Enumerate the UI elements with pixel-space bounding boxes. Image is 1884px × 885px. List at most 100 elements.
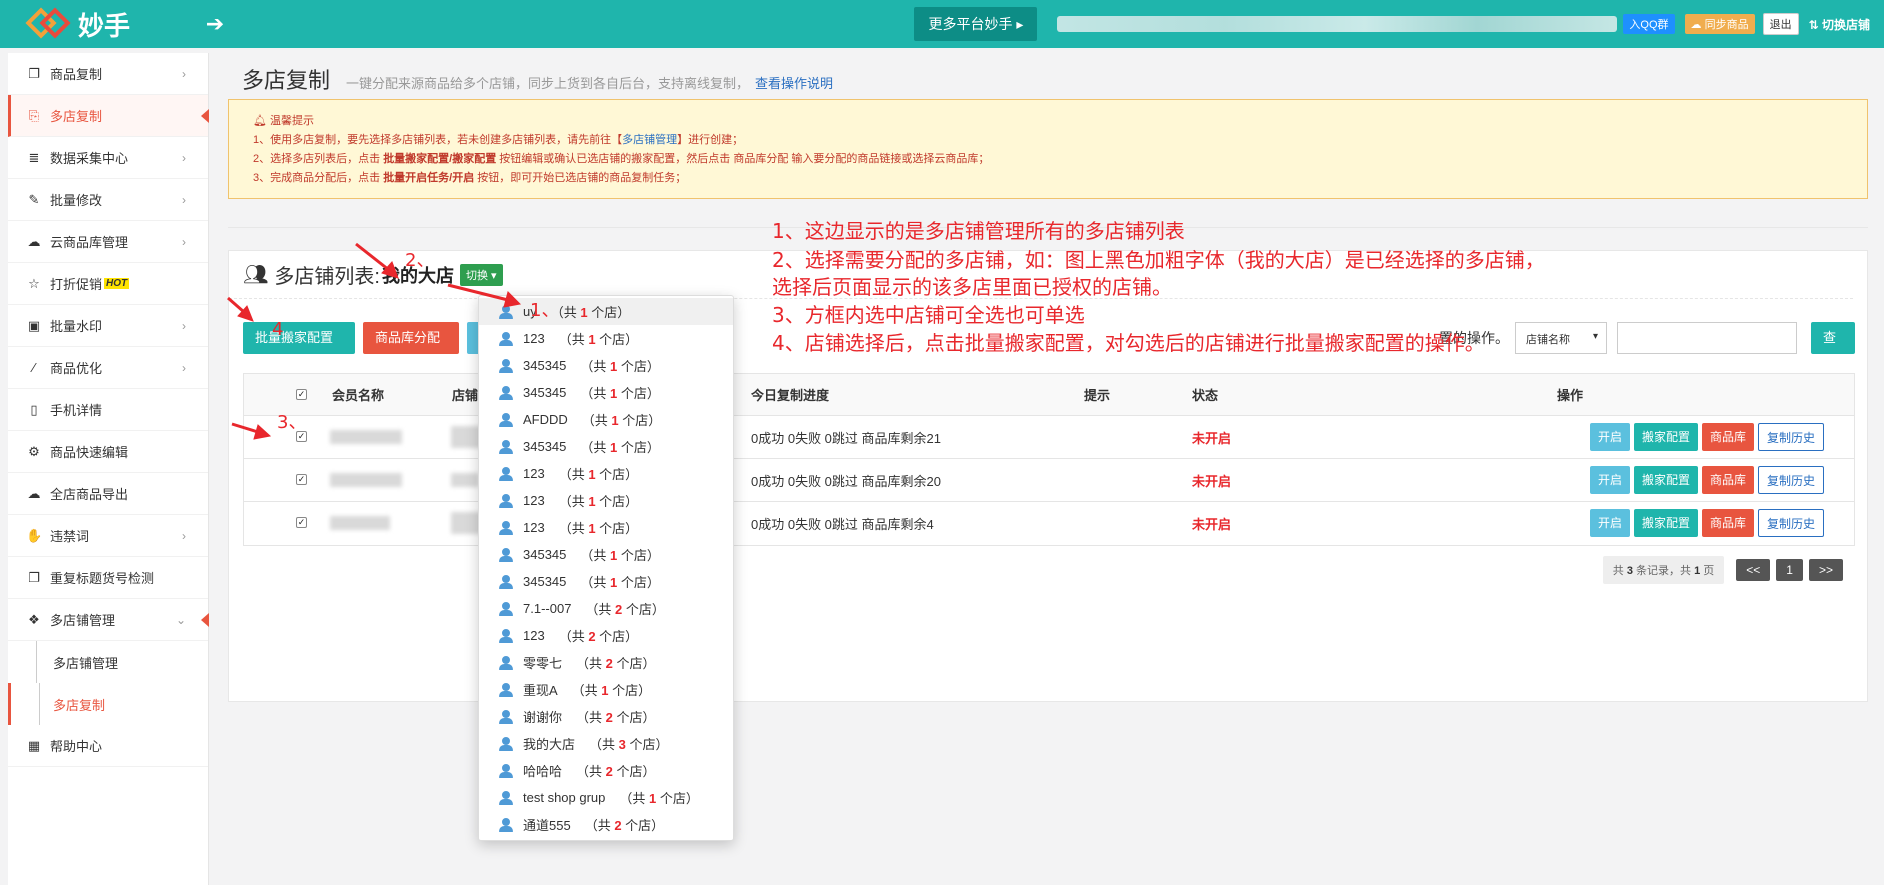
store-list-name: 345345 [523,358,567,373]
library-button[interactable]: 商品库 [1702,466,1755,494]
store-list-name: 345345 [523,439,567,454]
sidebar-item-help[interactable]: ▦ 帮助中心 [8,725,208,767]
collapse-sidebar-arrow-icon[interactable]: ➔ [200,11,230,37]
sidebar-item-export[interactable]: ☁ 全店商品导出 [8,473,208,515]
user-icon [499,655,513,670]
sync-goods-button[interactable]: ☁ 同步商品 [1684,14,1755,34]
open-button[interactable]: 开启 [1590,466,1631,494]
sidebar-item-multi-store-copy[interactable]: ⎘ 多店复制 [8,95,209,137]
config-button[interactable]: 搬家配置 [1634,466,1699,494]
store-list-option[interactable]: 123 （共 1 个店） [479,325,733,352]
history-button[interactable]: 复制历史 [1758,466,1825,494]
page-header: 多店复制 一键分配来源商品给多个店铺，同步上货到各自后台，支持离线复制， 查看操… [228,53,1868,97]
row-progress: 0成功 0失败 0跳过 商品库剩余21 [751,430,941,446]
config-button[interactable]: 搬家配置 [1634,509,1699,537]
multi-store-manage-link[interactable]: 多店铺管理 [622,134,677,146]
library-button[interactable]: 商品库 [1702,423,1755,451]
user-icon [499,817,513,832]
search-field-select[interactable]: 店铺名称 [1515,322,1607,354]
store-count: （共 2 个店） [584,818,665,833]
store-list-option[interactable]: 哈哈哈 （共 2 个店） [479,757,733,784]
store-list-option[interactable]: 谢谢你 （共 2 个店） [479,703,733,730]
library-button[interactable]: 商品库 [1702,509,1755,537]
row-checkbox[interactable]: ✓ [296,517,307,528]
store-list-name: 零零七 [523,656,563,671]
store-list-option[interactable]: 345345 （共 1 个店） [479,541,733,568]
store-count: （共 2 个店） [576,656,656,671]
sidebar-item-duplicate-check[interactable]: ❐ 重复标题货号检测 [8,557,208,599]
qq-group-button[interactable]: 入QQ群 [1623,14,1675,34]
store-list-option[interactable]: 7.1--007 （共 2 个店） [479,595,733,622]
mobile-icon: ▯ [30,401,38,417]
open-button[interactable]: 开启 [1590,423,1631,451]
switch-store-link[interactable]: ⇅ 切换店铺 [1809,16,1870,33]
sidebar-item-optimize[interactable]: ⁄ 商品优化 › [8,347,208,389]
store-list-option[interactable]: 我的大店 （共 3 个店） [479,730,733,757]
more-platform-button[interactable]: 更多平台妙手 ▸ [914,7,1038,41]
star-icon: ☆ [28,275,40,291]
store-list-option[interactable]: 345345 （共 1 个店） [479,379,733,406]
sidebar-item-label: 多店复制 [50,109,103,124]
history-button[interactable]: 复制历史 [1758,423,1825,451]
col-progress: 今日复制进度 [751,388,830,403]
store-list-option[interactable]: 123 （共 1 个店） [479,514,733,541]
library-assign-button[interactable]: 商品库分配 [363,322,459,354]
select-all-checkbox[interactable]: ✓ [296,389,307,400]
store-list-option[interactable]: 345345 （共 1 个店） [479,568,733,595]
sidebar-subitem-multi-store-manage[interactable]: 多店铺管理 [8,641,208,683]
history-button[interactable]: 复制历史 [1758,509,1825,537]
users-icon: 👥︎ [243,264,269,286]
user-icon [499,709,513,724]
store-count: （共 1 个店） [558,521,639,536]
store-list-option[interactable]: 123 （共 1 个店） [479,487,733,514]
help-link[interactable]: 查看操作说明 [755,73,833,92]
sidebar-item-batch-edit[interactable]: ✎ 批量修改 › [8,179,208,221]
sidebar-item-label: 批量修改 [50,193,103,208]
annotation-line-2: 2、选择需要分配的多店铺，如：图上黑色加粗字体（我的大店）是已经选择的多店铺， [772,248,1545,272]
sidebar-item-label: 商品复制 [50,67,103,82]
store-list-option[interactable]: 零零七 （共 2 个店） [479,649,733,676]
page-1-button[interactable]: 1 [1776,559,1803,581]
sidebar-item-goods-copy[interactable]: ❐ 商品复制 › [8,53,208,95]
store-list-option[interactable]: uy （共 1 个店） [479,298,733,325]
store-list-option[interactable]: test shop grup （共 1 个店） [479,784,733,811]
sidebar-item-data-collection[interactable]: ≣ 数据采集中心 › [8,137,208,179]
sidebar-item-discount[interactable]: ☆ 打折促销 HOT [8,263,208,305]
search-button[interactable]: 查询 [1811,322,1855,377]
config-button[interactable]: 搬家配置 [1634,423,1699,451]
store-list-option[interactable]: 重现A （共 1 个店） [479,676,733,703]
sidebar-item-watermark[interactable]: ▣ 批量水印 › [8,305,208,347]
user-icon [499,736,513,751]
search-input[interactable] [1617,322,1797,354]
annotation-number-4: 4 [272,319,284,340]
store-list-option[interactable]: 345345 （共 1 个店） [479,352,733,379]
store-count: （共 3 个店） [589,737,669,752]
status-badge: 未开启 [1192,517,1232,532]
store-list-option[interactable]: 123 （共 1 个店） [479,460,733,487]
store-list-option[interactable]: AFDDD （共 1 个店） [479,406,733,433]
sidebar-subitem-multi-store-copy[interactable]: 多店复制 [8,683,208,725]
store-list-option[interactable]: 123 （共 2 个店） [479,622,733,649]
batch-config-button[interactable]: 批量搬家配置 [243,322,355,354]
annotation-number-3: 3、 [277,412,307,433]
logo[interactable]: 妙手 [0,0,210,48]
sidebar-item-quick-edit[interactable]: ⚙ 商品快速编辑 [8,431,208,473]
row-checkbox[interactable]: ✓ [296,474,307,485]
prev-page-button[interactable]: << [1736,559,1771,581]
annotation-line-1: 1、这边显示的是多店铺管理所有的多店铺列表 [772,219,1185,243]
sidebar-item-label: 商品快速编辑 [50,445,129,460]
sidebar-item-forbidden-words[interactable]: ✋ 违禁词 › [8,515,208,557]
sidebar-item-cloud-library[interactable]: ☁ 云商品库管理 › [8,221,208,263]
logout-button[interactable]: 退出 [1762,13,1799,35]
user-icon [499,520,513,535]
sidebar-item-mobile-detail[interactable]: ▯ 手机详情 [8,389,208,431]
sidebar-item-multi-store-manage[interactable]: ❖ 多店铺管理 ⌄ [8,599,209,641]
store-list-option[interactable]: 通道555 （共 2 个店） [479,811,733,838]
switch-store-list-button[interactable]: 切换 ▾ [459,263,503,286]
store-list-option[interactable]: 345345 （共 1 个店） [479,433,733,460]
store-count: （共 1 个店） [580,359,660,374]
next-page-button[interactable]: >> [1808,559,1843,581]
sidebar-item-label: 手机详情 [50,403,103,418]
open-button[interactable]: 开启 [1590,509,1631,537]
sidebar-item-label: 帮助中心 [50,739,103,754]
